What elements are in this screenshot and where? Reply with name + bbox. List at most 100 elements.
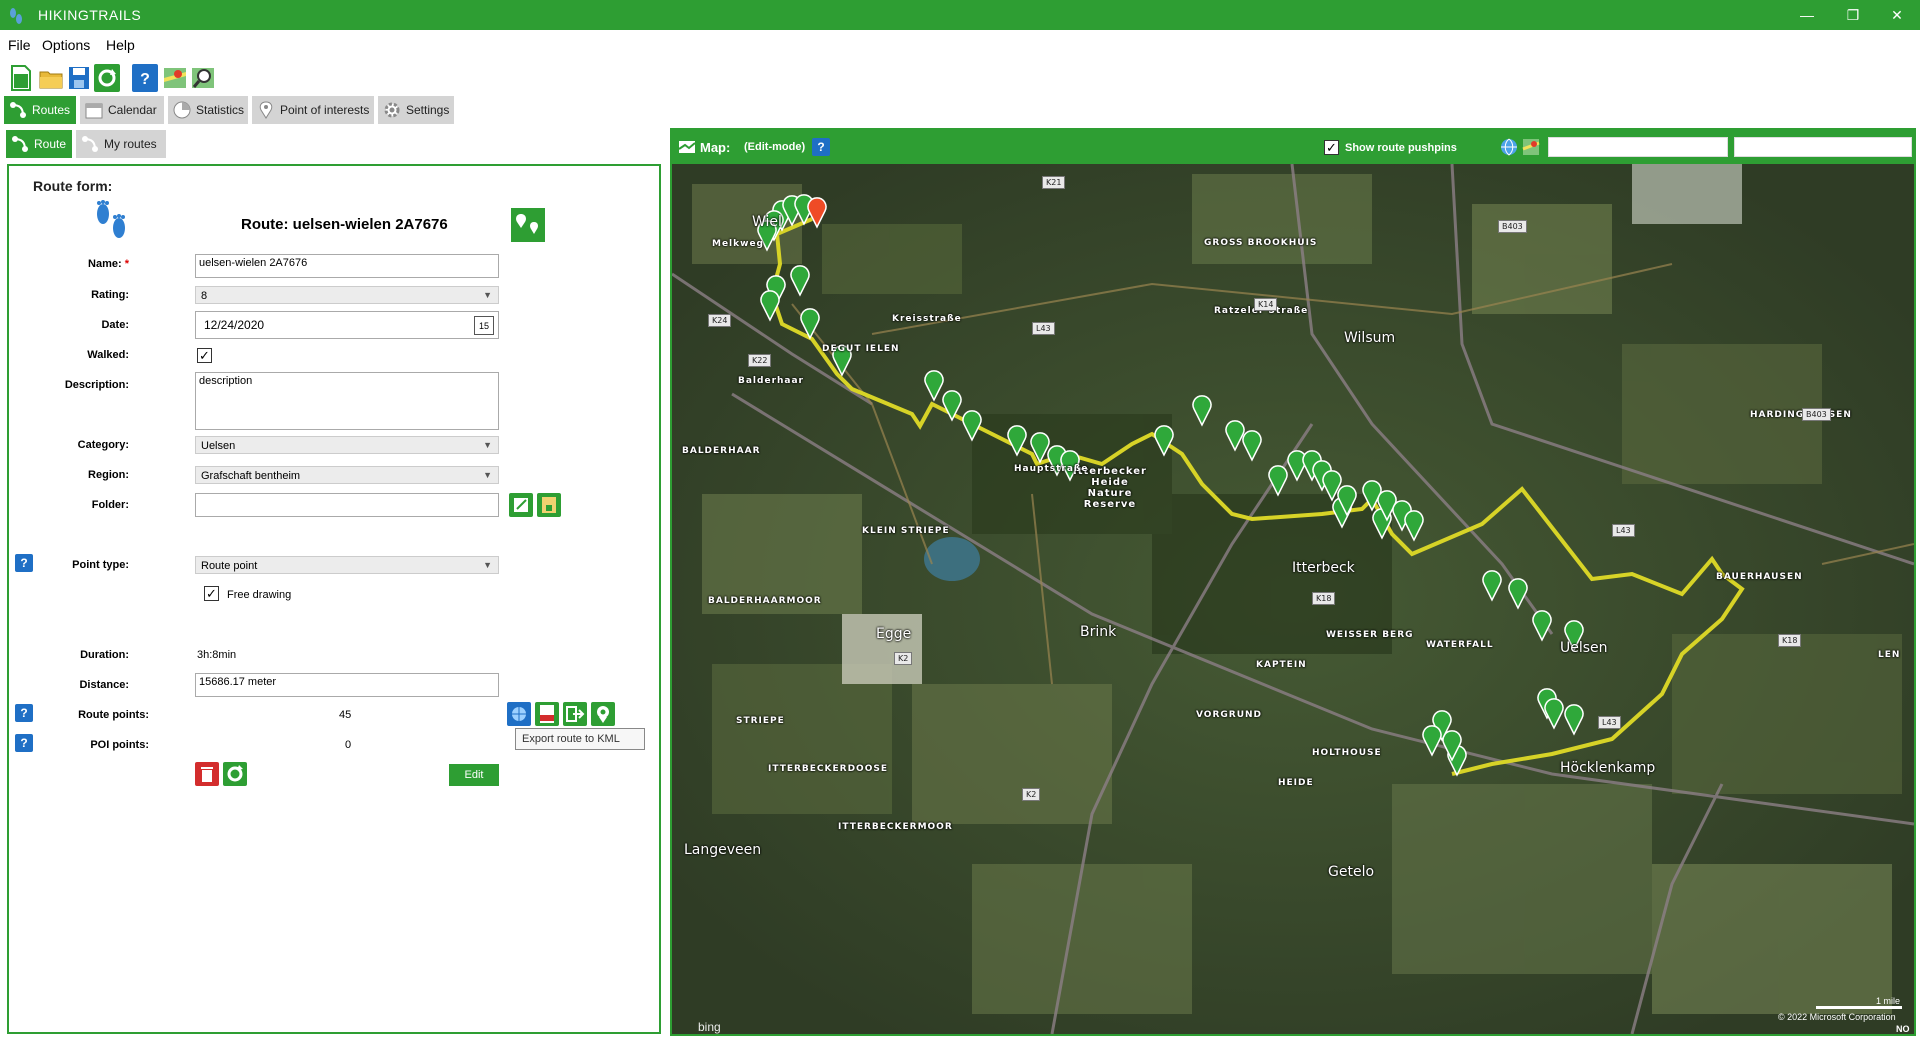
calendar-icon <box>85 103 103 119</box>
map-place-label: Brink <box>1080 624 1117 640</box>
scale-label: 1 mile <box>1876 996 1901 1006</box>
map-place-label: BALDERHAAR <box>682 446 761 456</box>
point-type-label: Point type: <box>72 559 129 571</box>
map-place-label: ITTERBECKERMOOR <box>838 822 953 832</box>
rating-select[interactable]: 8 ▼ <box>195 286 499 304</box>
date-input[interactable]: 12/24/2020 15 <box>195 311 499 339</box>
distance-input[interactable]: 15686.17 meter <box>195 673 499 697</box>
road-shield: K2 <box>894 652 913 665</box>
export-pdf-icon[interactable] <box>535 702 559 726</box>
tab-statistics[interactable]: Statistics <box>168 96 248 124</box>
open-folder-icon[interactable] <box>38 64 64 92</box>
free-drawing-label: Free drawing <box>227 589 292 601</box>
globe-icon[interactable] <box>1500 138 1518 156</box>
tab-settings[interactable]: Settings <box>378 96 454 124</box>
route-points-label: Route points: <box>78 709 149 721</box>
map-place-label: HARDINGHAUSEN <box>1750 410 1852 420</box>
search-map-icon[interactable] <box>190 64 216 92</box>
new-file-icon[interactable] <box>8 64 34 92</box>
subtab-route[interactable]: Route <box>6 130 72 158</box>
rating-label: Rating: <box>91 289 129 301</box>
map-place-label: Balderhaar <box>738 376 804 386</box>
maps-icon[interactable] <box>1522 138 1540 156</box>
title-bar: HIKINGTRAILS — ❐ ✕ <box>0 0 1920 30</box>
window-title: HIKINGTRAILS <box>38 7 142 23</box>
region-select[interactable]: Grafschaft bentheim ▼ <box>195 466 499 484</box>
map-place-label: KAPTEIN <box>1256 660 1307 670</box>
free-drawing-checkbox[interactable]: ✓ <box>204 586 219 601</box>
route-form-title: Route form: <box>33 178 113 194</box>
map-place-label: KLEIN STRIEPE <box>862 526 950 536</box>
tab-routes[interactable]: Routes <box>4 96 76 124</box>
poi-points-label: POI points: <box>90 739 149 751</box>
walked-checkbox[interactable]: ✓ <box>197 348 212 363</box>
reset-icon[interactable] <box>223 762 247 786</box>
date-label: Date: <box>101 319 129 331</box>
routes-list-icon <box>82 136 98 152</box>
tab-point-of-interests[interactable]: Point of interests <box>252 96 374 124</box>
gear-icon <box>384 102 400 118</box>
subtab-my-routes[interactable]: My routes <box>76 130 166 158</box>
close-button[interactable]: ✕ <box>1874 0 1920 30</box>
category-select[interactable]: Uelsen ▼ <box>195 436 499 454</box>
duration-value: 3h:8min <box>197 649 237 661</box>
edit-button[interactable]: Edit <box>449 764 499 786</box>
category-label: Category: <box>77 439 129 451</box>
map-help-icon[interactable]: ? <box>812 138 830 156</box>
map-panel: Map: (Edit-mode) ? ✓ Show route pushpins <box>670 128 1916 1036</box>
chevron-down-icon: ▼ <box>483 470 492 480</box>
restore-button[interactable]: ❐ <box>1830 0 1876 30</box>
minimize-button[interactable]: — <box>1784 0 1830 30</box>
distance-label: Distance: <box>79 679 129 691</box>
save-icon[interactable] <box>66 64 92 92</box>
map-place-label: DEGUT IELEN <box>822 344 900 354</box>
help-icon[interactable]: ? <box>132 64 158 92</box>
map-place-label: BAUERHAUSEN <box>1716 572 1803 582</box>
map-place-label: BALDERHAARMOOR <box>708 596 822 606</box>
road-shield: K14 <box>1254 298 1278 311</box>
pin-route-icon[interactable] <box>591 702 615 726</box>
map-place-label: ITTERBECKERDOOSE <box>768 764 888 774</box>
map-place-label: Melkweg <box>712 239 764 249</box>
map-copyright: © 2022 Microsoft Corporation <box>1778 1012 1896 1022</box>
map-place-label: HEIDE <box>1278 778 1314 788</box>
map-place-label: Wilsum <box>1344 330 1396 346</box>
map-labels: Wiel GROSS BROOKHUIS Wilsum HARDINGHAUSEN BA… <box>672 164 1914 1034</box>
pie-chart-icon <box>173 101 191 119</box>
route-heading: Route: uelsen-wielen 2A7676 <box>241 216 448 233</box>
map-route-button-icon[interactable] <box>511 208 545 242</box>
map-place-label: Hauptstraße <box>1014 464 1089 474</box>
menu-options[interactable]: Options <box>42 37 90 53</box>
bing-logo: bing <box>698 1020 721 1034</box>
map-place-label: Itterbeck <box>1292 560 1355 576</box>
edit-folder-icon[interactable] <box>509 493 533 517</box>
export-kml-icon[interactable] <box>507 702 531 726</box>
show-pushpins-checkbox[interactable]: ✓ <box>1324 140 1339 155</box>
map-search-input-1[interactable] <box>1548 137 1728 157</box>
map-icon[interactable] <box>162 64 188 92</box>
route-icon <box>10 102 26 118</box>
refresh-icon[interactable] <box>94 64 120 92</box>
name-input[interactable]: uelsen-wielen 2A7676 <box>195 254 499 278</box>
point-type-select[interactable]: Route point ▼ <box>195 556 499 574</box>
calendar-picker-icon[interactable]: 15 <box>474 316 494 335</box>
delete-icon[interactable] <box>195 762 219 786</box>
browse-folder-icon[interactable] <box>537 493 561 517</box>
show-pushpins-label: Show route pushpins <box>1345 142 1457 154</box>
map-search-input-2[interactable] <box>1734 137 1912 157</box>
road-shield: L43 <box>1598 716 1621 729</box>
pin-icon <box>259 101 273 119</box>
folder-input[interactable] <box>195 493 499 517</box>
menu-file[interactable]: File <box>8 37 31 53</box>
export-route-icon[interactable] <box>563 702 587 726</box>
map-header: Map: (Edit-mode) ? ✓ Show route pushpins <box>672 130 1914 164</box>
menu-help[interactable]: Help <box>106 37 135 53</box>
chevron-down-icon: ▼ <box>483 440 492 450</box>
road-shield: L43 <box>1032 322 1055 335</box>
svg-text:?: ? <box>140 71 150 88</box>
map-place-label: VORGRUND <box>1196 710 1263 720</box>
tab-calendar[interactable]: Calendar <box>80 96 164 124</box>
description-textarea[interactable]: description <box>195 372 499 430</box>
map-place-label: Höcklenkamp <box>1560 760 1656 776</box>
route-icon <box>12 136 28 152</box>
